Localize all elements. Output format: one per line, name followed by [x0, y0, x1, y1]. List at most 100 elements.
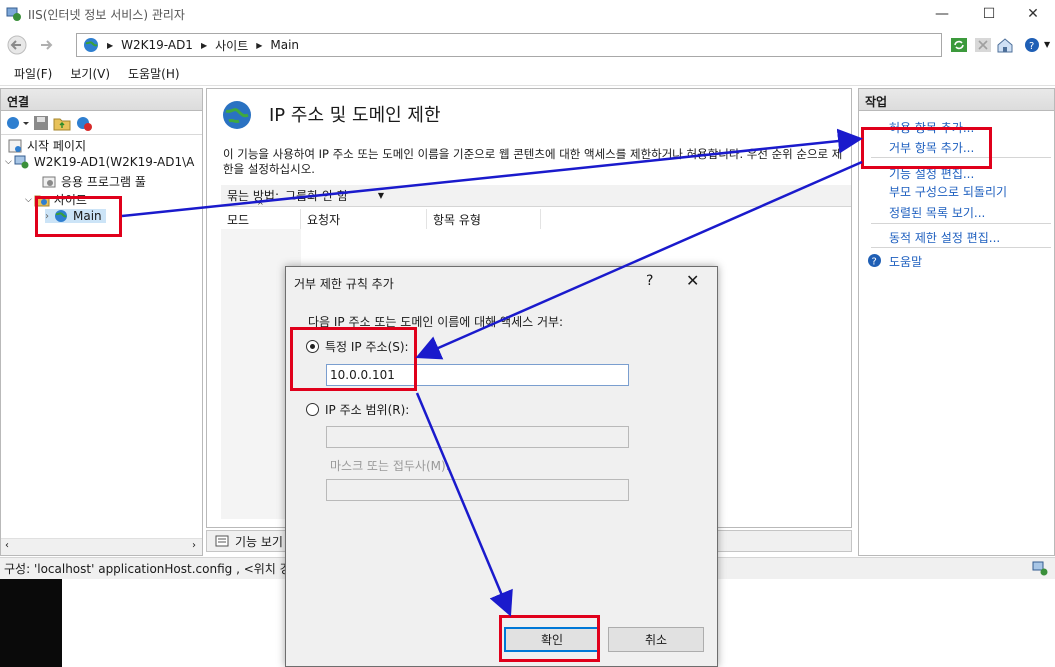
- mask-input[interactable]: [326, 479, 629, 501]
- tree-app-pools[interactable]: 응용 프로그램 풀: [41, 173, 146, 190]
- tree-label: Main: [73, 209, 102, 223]
- divider: [871, 157, 1051, 158]
- breadcrumb-sites[interactable]: 사이트: [215, 37, 248, 54]
- breadcrumb-main[interactable]: Main: [270, 38, 299, 52]
- maximize-button[interactable]: ☐: [966, 0, 1012, 28]
- connections-pane: 연결 시작 페이지 ⌵ W2K19-AD1(W2K19-AD1\A 응용 프로그…: [0, 88, 203, 556]
- background-window: [62, 579, 286, 667]
- expand-chevron-icon[interactable]: ›: [45, 211, 49, 222]
- svg-text:?: ?: [872, 257, 877, 268]
- home-icon[interactable]: [996, 37, 1014, 53]
- divider: [871, 247, 1051, 248]
- divider: [871, 223, 1051, 224]
- breadcrumb-server[interactable]: W2K19-AD1: [121, 38, 193, 52]
- feature-description: 이 기능을 사용하여 IP 주소 또는 도메인 이름을 기준으로 웹 콘텐츠에 …: [223, 147, 843, 176]
- help-dropdown-icon[interactable]: ▼: [1044, 40, 1050, 49]
- svg-text:?: ?: [1029, 41, 1034, 52]
- collapse-chevron-icon[interactable]: ⌵: [25, 195, 32, 205]
- connect-icon[interactable]: [5, 115, 29, 131]
- tree-start-page[interactable]: 시작 페이지: [7, 137, 86, 154]
- ip-range-radio[interactable]: IP 주소 범위(R):: [306, 401, 409, 418]
- column-label: 모드: [227, 212, 250, 227]
- action-edit-dynamic-restrictions[interactable]: 동적 제한 설정 편집...: [889, 229, 1000, 246]
- column-header-requestor[interactable]: 요청자: [301, 209, 427, 229]
- scroll-right-icon[interactable]: ›: [192, 540, 196, 551]
- tree-label: W2K19-AD1(W2K19-AD1\A: [33, 155, 195, 169]
- title-bar: IIS(인터넷 정보 서비스) 관리자 — ☐ ✕: [0, 0, 1055, 28]
- menu-view[interactable]: 보기(V): [70, 65, 110, 82]
- tree-server-node[interactable]: ⌵ W2K19-AD1(W2K19-AD1\A: [5, 155, 194, 169]
- connections-header: 연결: [1, 89, 202, 111]
- save-icon[interactable]: [33, 115, 49, 131]
- group-by-label: 묶는 방법:: [227, 189, 280, 203]
- horizontal-scrollbar[interactable]: ‹ ›: [1, 538, 202, 555]
- tree-sites[interactable]: ⌵ 사이트: [25, 191, 87, 208]
- address-field[interactable]: ▶ W2K19-AD1 ▶ 사이트 ▶ Main: [76, 33, 942, 57]
- column-header-mode[interactable]: 모드 ^: [221, 201, 301, 229]
- add-deny-restriction-dialog: 거부 제한 규칙 추가 ? ✕ 다음 IP 주소 또는 도메인 이름에 대해 액…: [285, 266, 718, 667]
- column-header-entry-type[interactable]: 항목 유형: [427, 209, 541, 229]
- features-view-icon: [215, 535, 229, 547]
- dropdown-arrow-icon[interactable]: ▼: [378, 191, 384, 200]
- specific-ip-input[interactable]: 10.0.0.101: [326, 364, 629, 386]
- address-bar-row: ▶ W2K19-AD1 ▶ 사이트 ▶ Main ? ▼: [0, 28, 1055, 62]
- stop-icon[interactable]: [974, 37, 992, 53]
- actions-header: 작업: [859, 89, 1054, 111]
- radio-unselected-icon[interactable]: [306, 403, 319, 416]
- action-help[interactable]: 도움말: [889, 253, 922, 270]
- ip-range-input[interactable]: [326, 426, 629, 448]
- breadcrumb-separator-icon: ▶: [256, 40, 263, 50]
- menu-file[interactable]: 파일(F): [14, 65, 52, 82]
- forward-arrow-icon[interactable]: [34, 34, 60, 56]
- globe-icon: [223, 101, 251, 129]
- collapse-chevron-icon[interactable]: ⌵: [5, 157, 12, 167]
- action-add-deny-entry[interactable]: 거부 항목 추가...: [889, 139, 974, 156]
- minimize-button[interactable]: —: [919, 0, 965, 28]
- tree-label: 시작 페이지: [27, 139, 87, 153]
- menu-help[interactable]: 도움말(H): [128, 65, 180, 82]
- dialog-close-button[interactable]: ✕: [686, 271, 699, 290]
- actions-pane: 작업 허용 항목 추가... 거부 항목 추가... 기능 설정 편집... 부…: [858, 88, 1055, 556]
- background-window: [716, 579, 1055, 667]
- app-pool-icon: [42, 176, 56, 187]
- help-icon[interactable]: ?: [1024, 37, 1042, 53]
- dialog-prompt: 다음 IP 주소 또는 도메인 이름에 대해 액세스 거부:: [308, 315, 564, 329]
- tree-label: 사이트: [53, 193, 87, 207]
- sites-folder-icon: [34, 195, 50, 206]
- breadcrumb-separator-icon: ▶: [107, 40, 114, 50]
- dialog-title: 거부 제한 규칙 추가: [294, 277, 394, 291]
- breadcrumb-separator-icon: ▶: [200, 40, 208, 50]
- column-label: 항목 유형: [433, 212, 481, 227]
- iis-app-icon: [6, 7, 21, 21]
- cancel-button[interactable]: 취소: [608, 627, 704, 652]
- scroll-left-icon[interactable]: ‹: [5, 540, 9, 551]
- column-label: 요청자: [307, 212, 341, 227]
- globe-icon: [84, 38, 98, 52]
- dialog-help-button[interactable]: ?: [646, 273, 653, 289]
- group-by-select[interactable]: 그룹화 안 함: [285, 187, 348, 204]
- refresh-icon[interactable]: [950, 37, 968, 53]
- tree-main-site[interactable]: › Main: [45, 209, 106, 223]
- menu-bar: 파일(F) 보기(V) 도움말(H): [0, 62, 1055, 86]
- group-by-bar: 묶는 방법: 그룹화 안 함 ▼: [221, 185, 851, 207]
- start-page-icon: [8, 139, 22, 152]
- up-folder-icon[interactable]: [53, 115, 71, 131]
- disconnect-icon[interactable]: [75, 115, 93, 131]
- tab-features-view[interactable]: 기능 보기: [235, 533, 283, 550]
- action-revert-to-parent[interactable]: 부모 구성으로 되돌리기: [889, 183, 1007, 200]
- window-title: IIS(인터넷 정보 서비스) 관리자: [28, 7, 185, 22]
- back-arrow-icon[interactable]: [4, 34, 30, 56]
- radio-selected-icon[interactable]: [306, 340, 319, 353]
- status-text: 구성: 'localhost' applicationHost.config ,…: [4, 562, 302, 576]
- specific-ip-radio[interactable]: 특정 IP 주소(S):: [306, 338, 409, 355]
- ok-button[interactable]: 확인: [504, 627, 600, 652]
- connections-toolbar: [1, 111, 202, 135]
- action-view-ordered-list[interactable]: 정렬된 목록 보기...: [889, 204, 985, 221]
- action-add-allow-entry[interactable]: 허용 항목 추가...: [889, 119, 974, 136]
- specific-ip-label: 특정 IP 주소(S):: [325, 340, 409, 354]
- action-edit-feature-settings[interactable]: 기능 설정 편집...: [889, 165, 974, 182]
- close-button[interactable]: ✕: [1010, 0, 1055, 28]
- ip-range-label: IP 주소 범위(R):: [325, 403, 410, 417]
- server-icon: [14, 155, 29, 169]
- globe-icon: [55, 210, 67, 222]
